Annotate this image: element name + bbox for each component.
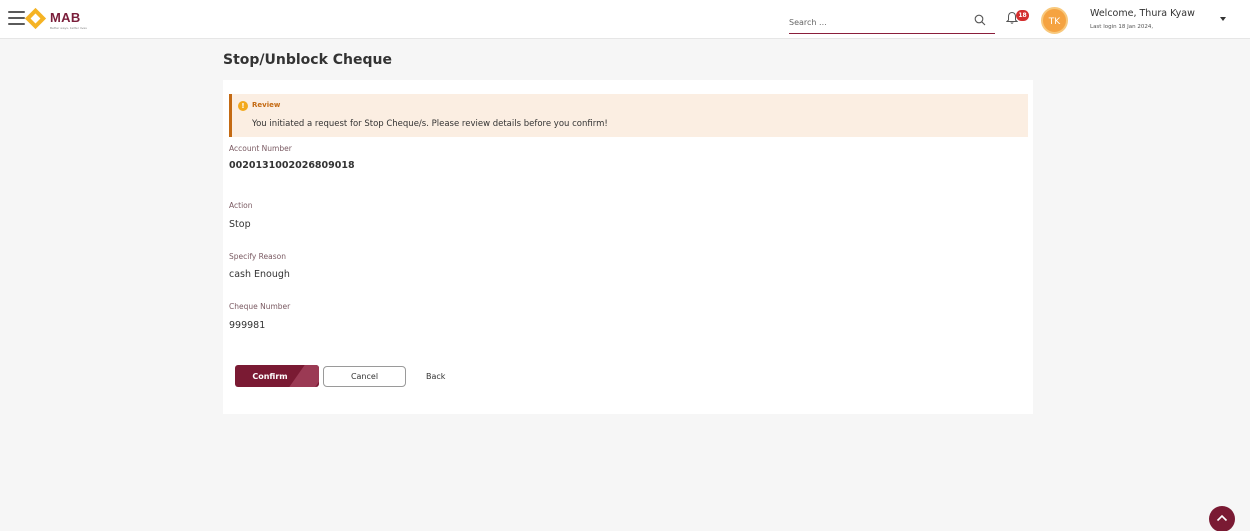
logo-diamond-icon <box>24 7 47 30</box>
action-label: Action <box>229 201 253 210</box>
review-banner: ! Review You initiated a request for Sto… <box>229 94 1028 137</box>
menu-icon[interactable] <box>8 11 25 25</box>
review-title: Review <box>252 101 281 109</box>
avatar[interactable]: TK <box>1041 7 1068 34</box>
confirm-button[interactable]: Confirm <box>235 365 319 387</box>
logo-tagline: Better ways, better lives <box>50 26 87 30</box>
chevron-up-icon <box>1216 514 1228 522</box>
cheque-number-value: 999981 <box>229 320 266 331</box>
info-icon: ! <box>238 101 248 111</box>
account-number-label: Account Number <box>229 144 292 153</box>
last-login-text: Last login 18 Jan 2024, <box>1090 24 1154 30</box>
review-message: You initiated a request for Stop Cheque/… <box>252 119 608 129</box>
logo-text: MAB <box>50 10 81 25</box>
back-link[interactable]: Back <box>426 372 445 381</box>
search-box <box>789 10 995 34</box>
confirm-button-label: Confirm <box>252 371 288 381</box>
welcome-text: Welcome, Thura Kyaw <box>1090 8 1195 19</box>
caret-down-icon[interactable] <box>1220 17 1226 21</box>
account-number-value: 0020131002026809018 <box>229 160 355 171</box>
logo[interactable]: MAB Better ways, better lives <box>24 7 98 32</box>
notification-badge: 18 <box>1016 10 1029 21</box>
button-stripe <box>286 365 319 387</box>
reason-value: cash Enough <box>229 269 290 280</box>
action-value: Stop <box>229 219 251 230</box>
review-card: ! Review You initiated a request for Sto… <box>223 80 1033 414</box>
cancel-button[interactable]: Cancel <box>323 366 406 387</box>
search-input[interactable] <box>789 12 969 33</box>
top-header: MAB Better ways, better lives 18 TK Welc… <box>0 0 1250 39</box>
scroll-to-top-button[interactable] <box>1209 506 1235 531</box>
search-icon[interactable] <box>974 14 986 26</box>
cheque-number-label: Cheque Number <box>229 302 291 311</box>
page-title: Stop/Unblock Cheque <box>223 52 393 68</box>
reason-label: Specify Reason <box>229 252 287 261</box>
